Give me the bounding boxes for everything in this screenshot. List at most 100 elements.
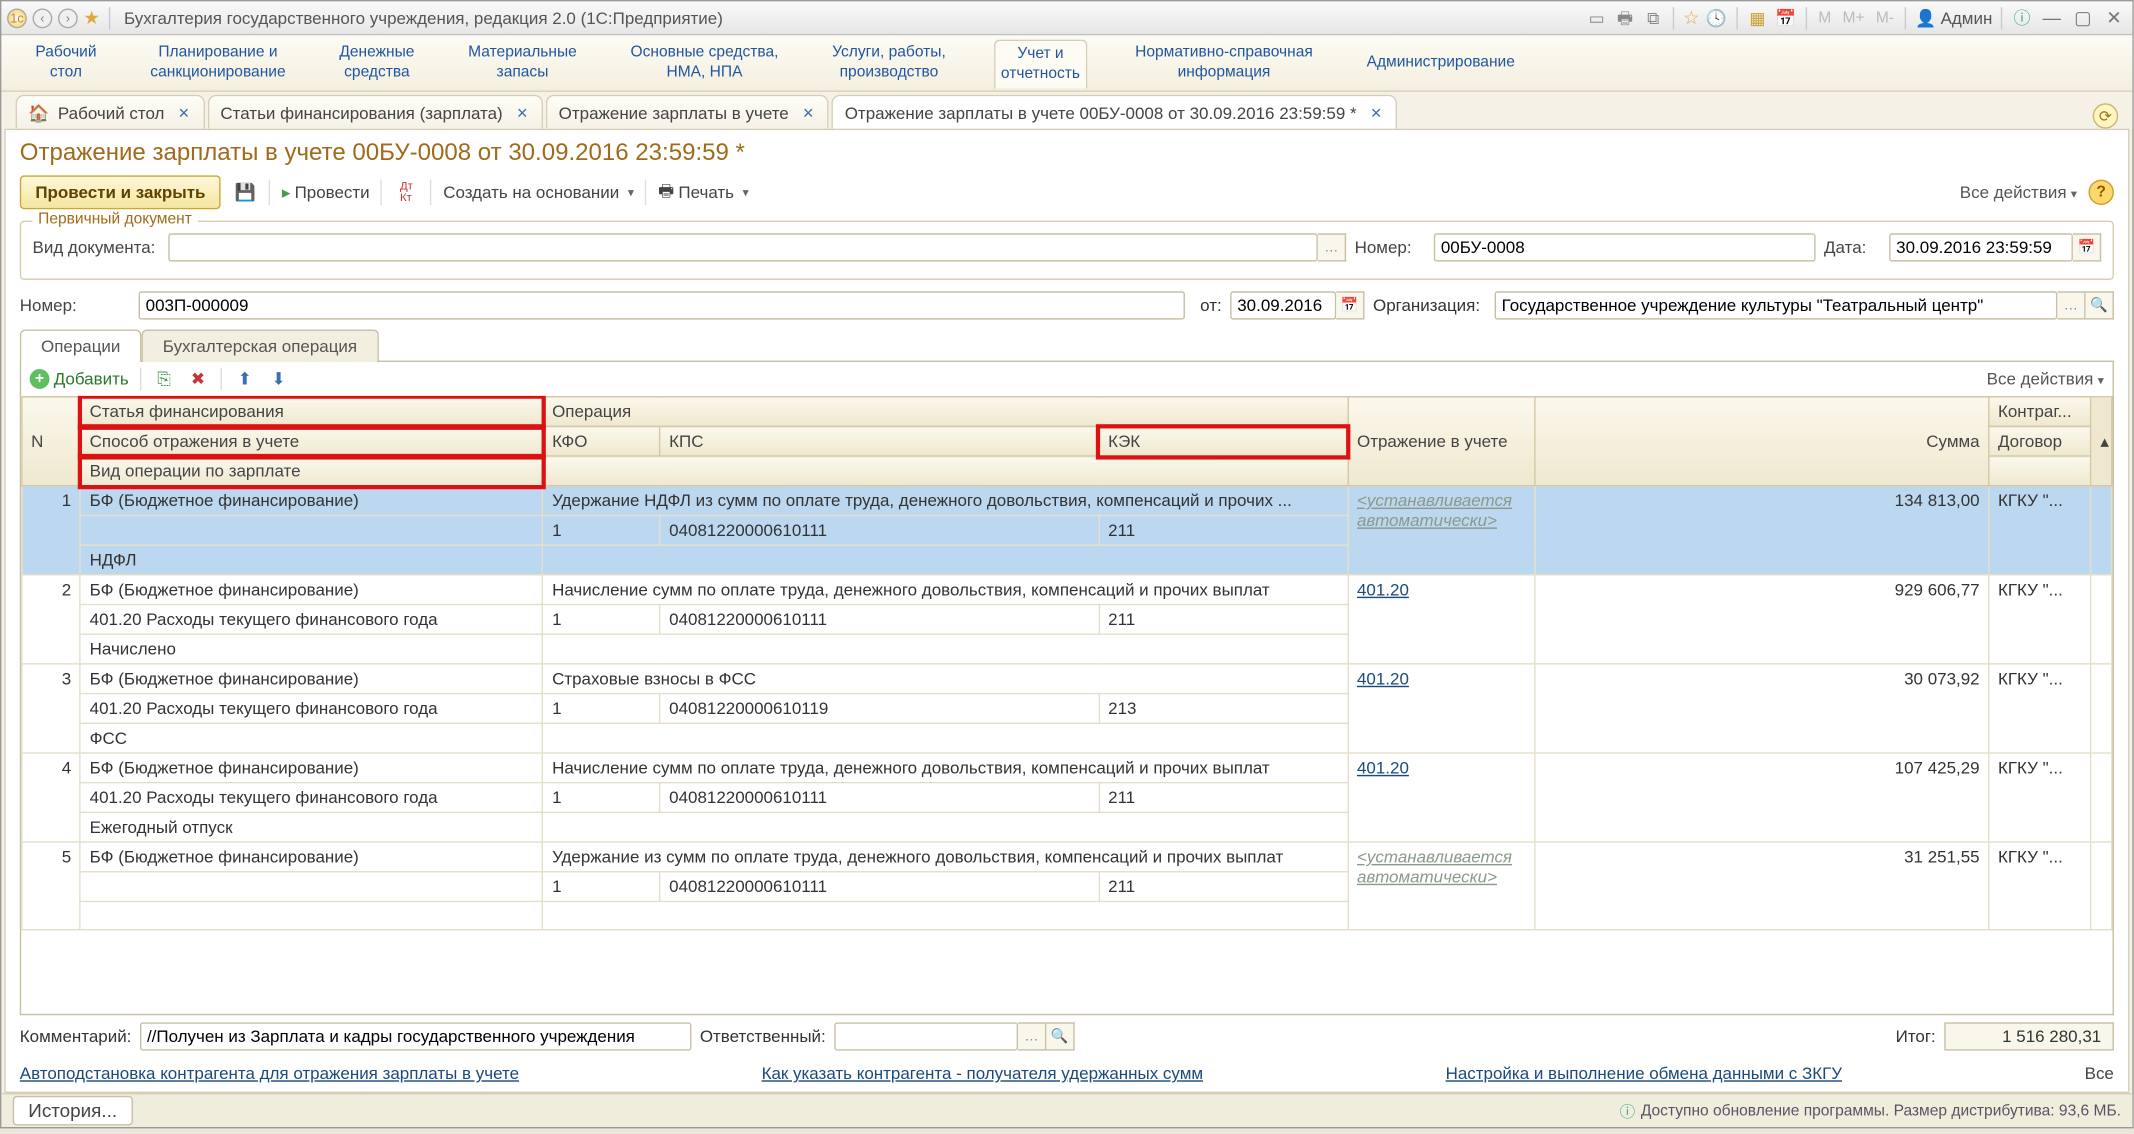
section-accounting[interactable]: Учет и отчетность	[994, 40, 1087, 89]
section-materials[interactable]: Материальные запасы	[463, 40, 583, 86]
toolbar-icon-1[interactable]: ▭	[1585, 6, 1608, 29]
col-kek[interactable]: КЭК	[1099, 426, 1348, 456]
section-services[interactable]: Услуги, работы, производство	[827, 40, 952, 86]
section-planning[interactable]: Планирование и санкционирование	[145, 40, 292, 86]
toolbar-icon-3[interactable]: ⧉	[1642, 6, 1665, 29]
section-admin[interactable]: Администрирование	[1361, 49, 1521, 76]
back-icon[interactable]: ‹	[33, 8, 53, 28]
col-scrollbar[interactable]: ▴	[2091, 397, 2112, 486]
section-assets[interactable]: Основные средства, НМА, НПА	[625, 40, 784, 86]
org-input[interactable]	[1495, 291, 2058, 319]
table-row[interactable]: 4 БФ (Бюджетное финансирование) Начислен…	[22, 753, 2112, 783]
user-label[interactable]: 👤Админ	[1915, 8, 1992, 28]
date-input[interactable]	[1889, 233, 2073, 261]
create-based-button[interactable]: Создать на основании	[443, 182, 634, 202]
expand-right-icon[interactable]: ⟳	[2093, 103, 2118, 128]
star-icon[interactable]: ☆	[1683, 6, 1699, 29]
cell-kek: 211	[1099, 872, 1348, 902]
cell-sb	[2091, 486, 2112, 575]
col-refl-method[interactable]: Способ отражения в учете	[80, 426, 542, 456]
link-exchange-setup[interactable]: Настройка и выполнение обмена данными с …	[1446, 1063, 1842, 1083]
forward-icon[interactable]: ›	[58, 8, 78, 28]
cell-op-type: ФСС	[80, 723, 542, 753]
select-icon[interactable]: …	[1318, 233, 1346, 261]
tab-label: Отражение зарплаты в учете 00БУ-0008 от …	[845, 103, 1357, 123]
number-input[interactable]	[1434, 233, 1816, 261]
cell-operation: Начисление сумм по оплате труда, денежно…	[543, 575, 1348, 605]
close-icon[interactable]: ×	[179, 102, 190, 123]
tab-operations[interactable]: Операции	[20, 329, 142, 362]
delete-icon[interactable]: ✖	[187, 368, 210, 391]
vid-doc-input[interactable]	[168, 233, 1318, 261]
post-button[interactable]: ▸Провести	[282, 182, 370, 202]
all-actions-button[interactable]: Все действия	[1960, 182, 2077, 202]
minimize-button[interactable]: —	[2039, 7, 2064, 28]
select-icon[interactable]: …	[2057, 291, 2085, 319]
maximize-button[interactable]: ▢	[2070, 6, 2095, 29]
link-auto-counterparty[interactable]: Автоподстановка контрагента для отражени…	[20, 1063, 519, 1083]
operations-grid[interactable]: N Статья финансирования Операция Отражен…	[21, 396, 2112, 1014]
search-icon[interactable]: 🔍	[2086, 291, 2114, 319]
comment-input[interactable]	[140, 1022, 691, 1050]
document-content: Отражение зарплаты в учете 00БУ-0008 от …	[4, 129, 2129, 1093]
help-icon[interactable]: ?	[2088, 180, 2113, 205]
copy-icon[interactable]: ⎘	[153, 368, 176, 391]
section-reference[interactable]: Нормативно-справочная информация	[1129, 40, 1318, 86]
tab-accounting-op[interactable]: Бухгалтерская операция	[142, 329, 379, 362]
calendar-icon[interactable]: 📅	[2073, 233, 2101, 261]
info-icon[interactable]: ⓘ	[2011, 6, 2034, 29]
resp-input[interactable]	[834, 1022, 1018, 1050]
col-n[interactable]: N	[22, 397, 81, 486]
status-info: ⓘ Доступно обновление программы. Размер …	[1620, 1099, 2121, 1122]
move-down-icon[interactable]: ⬇	[267, 368, 290, 391]
close-icon[interactable]: ×	[803, 102, 814, 123]
tab-financing[interactable]: Статьи финансирования (зарплата) ×	[208, 95, 543, 129]
m-minus-indicator: M-	[1873, 9, 1897, 26]
cell-kek: 211	[1099, 515, 1348, 545]
post-and-close-button[interactable]: Провести и закрыть	[20, 175, 221, 209]
toolbar-icon-2[interactable]: 🖶	[1614, 6, 1637, 29]
col-op-type[interactable]: Вид операции по зарплате	[80, 456, 542, 486]
ot-date-input[interactable]	[1230, 291, 1336, 319]
col-kfo[interactable]: КФО	[543, 426, 660, 456]
add-button[interactable]: +Добавить	[30, 369, 129, 389]
calendar-icon[interactable]: 📅	[1336, 291, 1364, 319]
table-row[interactable]: 5 БФ (Бюджетное финансирование) Удержани…	[22, 842, 2112, 872]
dt-kt-icon[interactable]: ДтКт	[394, 180, 419, 205]
col-sum[interactable]: Сумма	[1535, 397, 1989, 486]
favorites-icon[interactable]: ★	[83, 6, 99, 29]
inner-number-input[interactable]	[139, 291, 1185, 319]
tab-salary-doc[interactable]: Отражение зарплаты в учете 00БУ-0008 от …	[832, 95, 1397, 129]
search-icon[interactable]: 🔍	[1046, 1022, 1074, 1050]
move-up-icon[interactable]: ⬆	[233, 368, 256, 391]
section-money[interactable]: Денежные средства	[334, 40, 420, 86]
tab-salary1[interactable]: Отражение зарплаты в учете ×	[546, 95, 829, 129]
col-financing[interactable]: Статья финансирования	[80, 397, 542, 427]
calendar-icon[interactable]: 📅	[1774, 6, 1797, 29]
save-icon[interactable]: 💾	[232, 180, 257, 205]
section-desktop[interactable]: Рабочий стол	[30, 40, 103, 86]
col-reflection[interactable]: Отражение в учете	[1348, 397, 1535, 486]
tab-desktop[interactable]: 🏠 Рабочий стол ×	[16, 95, 205, 129]
cell-n: 5	[22, 842, 81, 930]
link-all[interactable]: Все	[2085, 1063, 2114, 1083]
close-icon[interactable]: ×	[1371, 102, 1382, 123]
col-contract[interactable]: Договор	[1989, 426, 2091, 456]
link-specify-counterparty[interactable]: Как указать контрагента - получателя уде…	[762, 1063, 1203, 1083]
table-row[interactable]: 2 БФ (Бюджетное финансирование) Начислен…	[22, 575, 2112, 605]
inner-number-label: Номер:	[20, 296, 130, 316]
table-row[interactable]: 3 БФ (Бюджетное финансирование) Страховы…	[22, 664, 2112, 694]
grid-all-actions[interactable]: Все действия	[1987, 369, 2104, 389]
history-button[interactable]: История...	[13, 1096, 133, 1126]
close-button[interactable]: ✕	[2101, 6, 2126, 29]
close-icon[interactable]: ×	[517, 102, 528, 123]
col-counterparty[interactable]: Контраг...	[1989, 397, 2091, 427]
col-operation[interactable]: Операция	[543, 397, 1348, 427]
history-icon[interactable]: 🕓	[1705, 6, 1728, 29]
print-button[interactable]: 🖶Печать	[658, 177, 749, 207]
select-icon[interactable]: …	[1018, 1022, 1046, 1050]
calc-icon[interactable]: ▦	[1746, 6, 1769, 29]
col-kps[interactable]: КПС	[660, 426, 1099, 456]
table-row[interactable]: 1 БФ (Бюджетное финансирование) Удержани…	[22, 486, 2112, 516]
window-titlebar: 1c ‹ › ★ Бухгалтерия государственного уч…	[1, 1, 2132, 35]
